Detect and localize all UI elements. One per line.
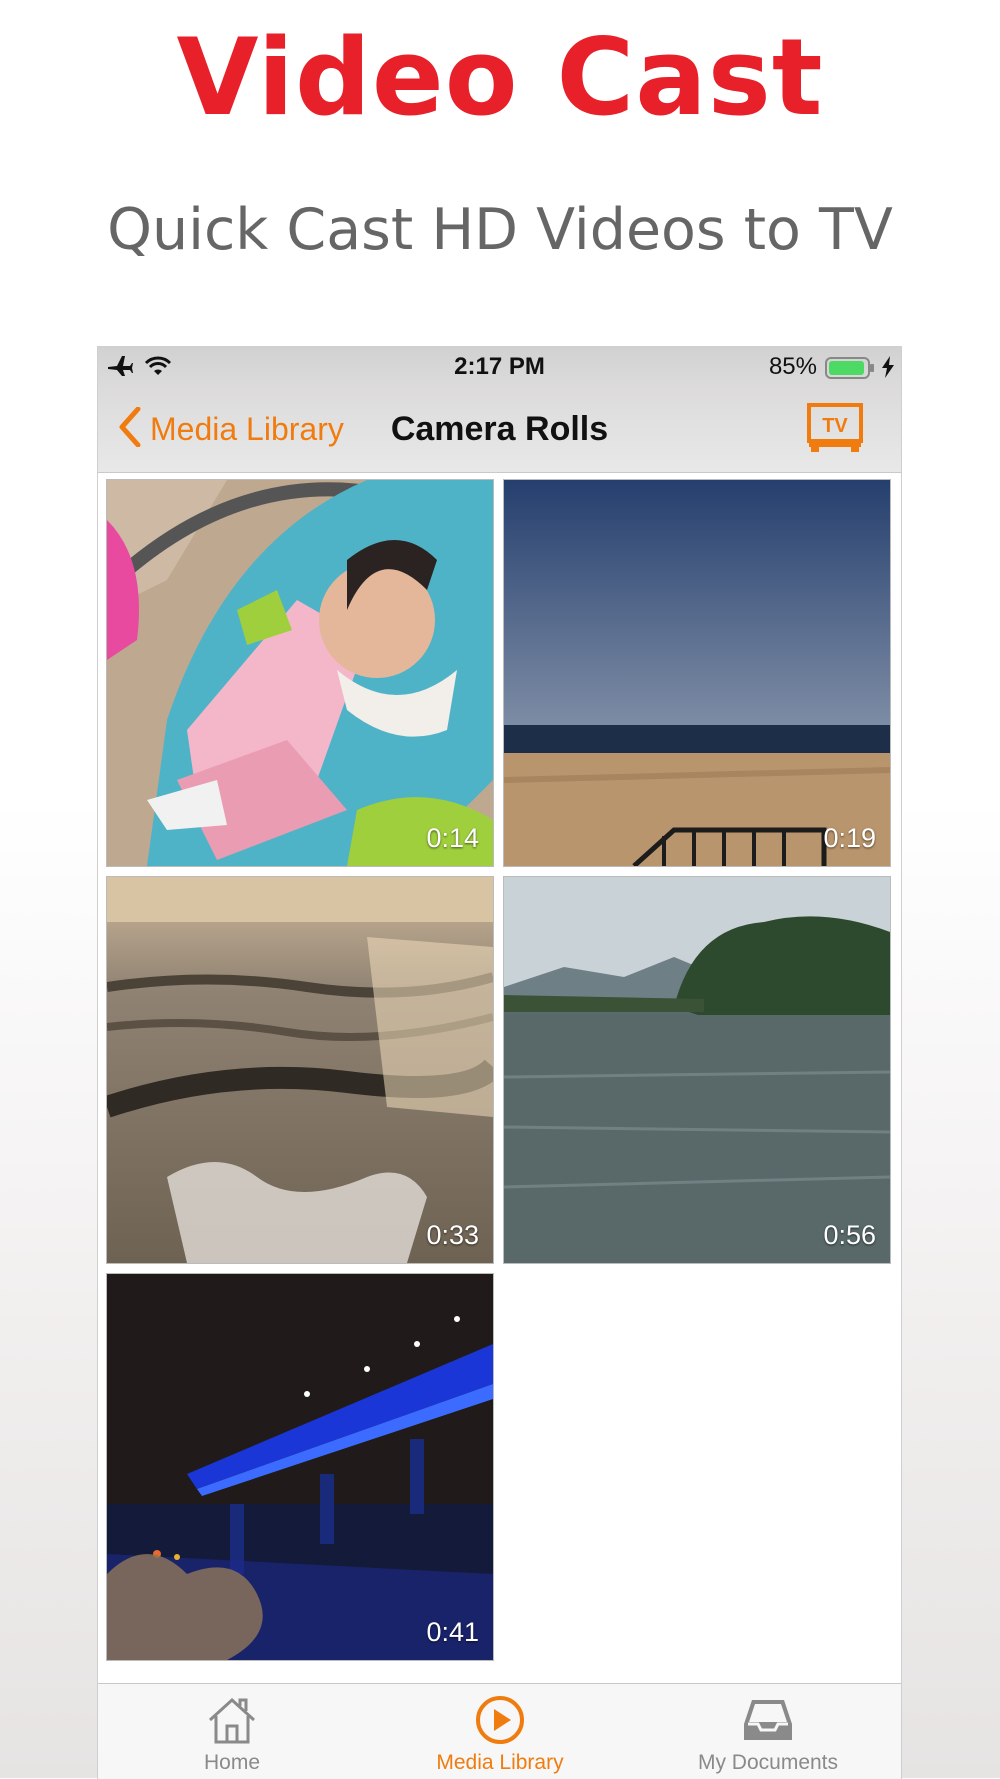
video-thumbnail-image (504, 877, 890, 1263)
inbox-tray-icon (634, 1694, 901, 1746)
video-duration: 0:56 (823, 1220, 876, 1250)
video-thumbnail-image (107, 877, 493, 1263)
charging-icon (881, 356, 895, 383)
cast-to-tv-button[interactable]: TV (807, 403, 863, 458)
video-thumbnail-image (107, 1274, 493, 1660)
video-thumbnail[interactable]: 0:56 (503, 876, 891, 1264)
video-thumbnail[interactable]: 0:33 (106, 876, 494, 1264)
video-duration: 0:14 (426, 823, 479, 853)
status-bar: 2:17 PM 85% (98, 347, 901, 387)
video-thumbnail-image (504, 480, 890, 866)
navigation-bar: Media Library Camera Rolls TV (98, 387, 901, 473)
tab-media-library[interactable]: Media Library (366, 1684, 634, 1779)
video-thumbnail-image (107, 480, 493, 866)
video-duration: 0:33 (426, 1220, 479, 1250)
home-icon (98, 1694, 366, 1746)
tab-label: Home (203, 1751, 261, 1774)
video-thumbnail[interactable]: 0:41 (106, 1273, 494, 1661)
video-duration: 0:19 (823, 823, 876, 853)
play-circle-icon (366, 1694, 634, 1746)
tab-label: Media Library (436, 1751, 564, 1774)
promo-title: Video Cast (176, 16, 824, 139)
tab-home[interactable]: Home (98, 1684, 366, 1779)
video-thumbnail[interactable]: 0:14 (106, 479, 494, 867)
tv-icon-label: TV (822, 415, 848, 437)
video-thumbnail[interactable]: 0:19 (503, 479, 891, 867)
tab-my-documents[interactable]: My Documents (634, 1684, 901, 1779)
tab-label: My Documents (697, 1751, 839, 1774)
promo-subtitle: Quick Cast HD Videos to TV (107, 197, 893, 263)
phone-screen: 2:17 PM 85% Media Library Camera Rolls T… (97, 346, 902, 1779)
battery-percentage: 85% (768, 353, 817, 380)
battery-icon (825, 357, 875, 384)
tv-icon: TV (807, 403, 863, 452)
tab-bar: Home Media Library My Documents (98, 1683, 901, 1779)
page-title: Camera Rolls (390, 410, 609, 448)
video-duration: 0:41 (426, 1617, 479, 1647)
